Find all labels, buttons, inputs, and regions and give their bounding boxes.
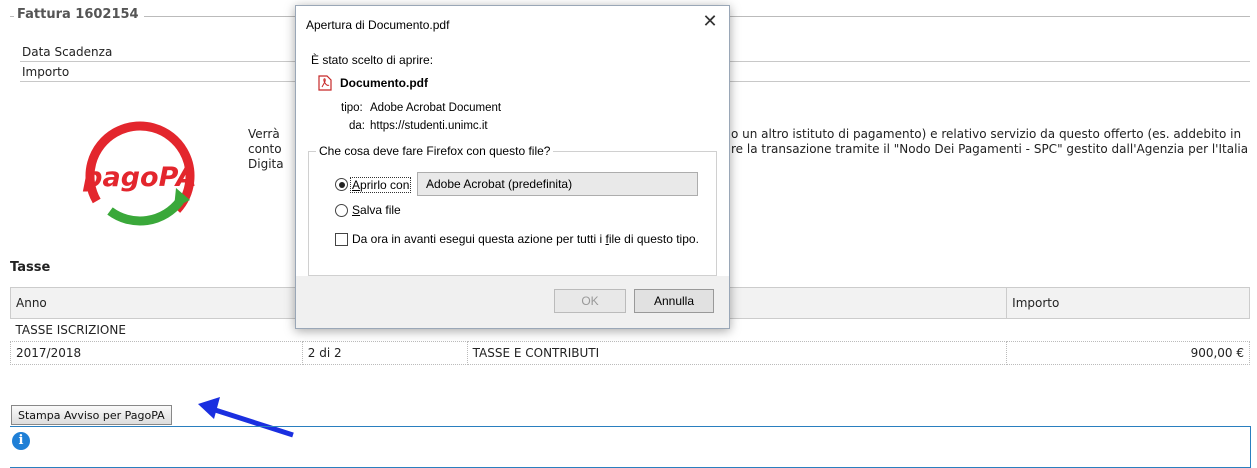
save-file-text: alva file <box>360 203 401 217</box>
file-source-value: https://studenti.unimc.it <box>370 120 488 132</box>
action-question: Che cosa deve fare Firefox con questo fi… <box>316 144 554 158</box>
cancel-button[interactable]: Annulla <box>634 289 714 313</box>
info-box <box>10 426 1251 468</box>
intro-line2-left: conto <box>248 142 282 156</box>
open-with-radio[interactable] <box>335 178 348 191</box>
amount-label: Importo <box>22 65 70 79</box>
remember-choice-label[interactable]: Da ora in avanti esegui questa azione pe… <box>352 232 699 246</box>
dialog-close-icon[interactable]: ✕ <box>699 10 721 32</box>
save-file-radio[interactable] <box>335 204 348 217</box>
save-file-label[interactable]: Salva file <box>352 203 401 217</box>
cell-rata: 2 di 2 <box>301 341 468 365</box>
intro-line3-left: Digita <box>248 157 284 171</box>
chosen-to-open-label: È stato scelto di aprire: <box>311 53 434 67</box>
cell-descrizione: TASSE E CONTRIBUTI <box>466 341 1008 365</box>
cell-importo: 900,00 € <box>1006 341 1250 365</box>
pdf-file-icon <box>318 75 332 91</box>
info-icon: i <box>12 432 30 450</box>
open-with-text: prirlo con <box>360 178 410 192</box>
ok-button[interactable]: OK <box>554 289 626 313</box>
pagopa-logo-text: pagoPA <box>82 162 197 193</box>
intro-line2-right: re la transazione tramite il "Nodo Dei P… <box>731 142 1249 156</box>
file-source-label: da: <box>349 120 365 132</box>
open-with-mnemonic: A <box>352 178 361 192</box>
remember-text-b: ile di questo tipo. <box>608 232 699 246</box>
file-type-label: tipo: <box>341 102 363 114</box>
open-with-label[interactable]: Aprirlo con <box>350 177 412 193</box>
dialog-title: Apertura di Documento.pdf <box>306 18 450 32</box>
remember-choice-checkbox[interactable] <box>335 233 348 246</box>
invoice-title: Fattura 1602154 <box>14 7 144 22</box>
file-name: Documento.pdf <box>340 76 428 90</box>
tasse-title: Tasse <box>10 260 51 275</box>
chevron-down-icon: ⌄ <box>426 177 435 188</box>
due-date-label: Data Scadenza <box>22 45 113 59</box>
save-file-mnemonic: S <box>352 203 361 217</box>
table-row: 2017/2018 2 di 2 TASSE E CONTRIBUTI 900,… <box>10 341 1250 365</box>
open-with-app-select[interactable]: Adobe Acrobat (predefinita) ⌄ <box>417 172 698 196</box>
print-pagopa-notice-button[interactable]: Stampa Avviso per PagoPA <box>11 405 172 425</box>
intro-line1-left: Verrà <box>248 127 280 141</box>
cell-anno: 2017/2018 <box>10 341 303 365</box>
file-type-value: Adobe Acrobat Document <box>370 102 502 114</box>
pagopa-logo: pagoPA <box>82 121 197 231</box>
intro-line1-right: o un altro istituto di pagamento) e rela… <box>731 127 1242 141</box>
header-importo: Importo <box>1006 287 1250 319</box>
header-anno: Anno <box>10 287 303 319</box>
remember-text-a: Da ora in avanti esegui questa azione pe… <box>352 232 606 246</box>
open-file-dialog: Apertura di Documento.pdf ✕ È stato scel… <box>295 5 730 329</box>
